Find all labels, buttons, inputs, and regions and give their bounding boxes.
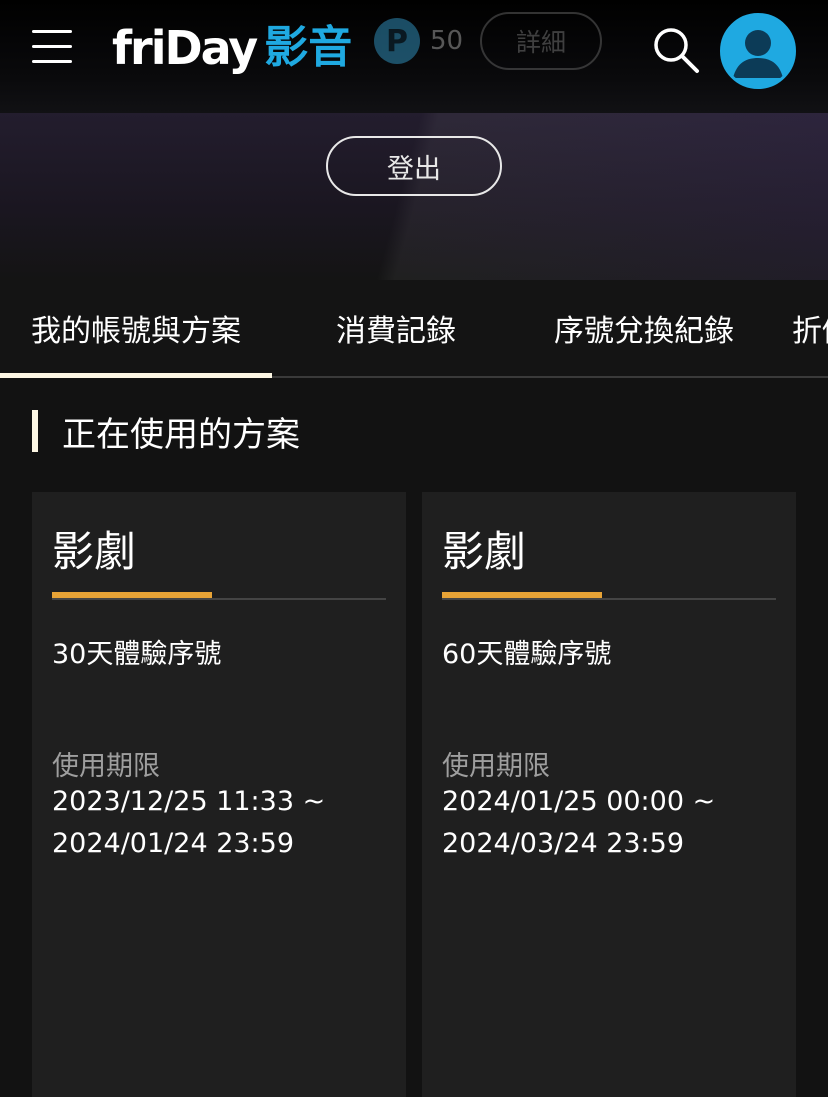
hamburger-menu-icon[interactable] xyxy=(30,28,74,68)
tab-purchase-history[interactable]: 消費記錄 xyxy=(300,280,492,376)
plan-period-end: 2024/03/24 23:59 xyxy=(442,828,685,859)
tab-coupon[interactable]: 折價 xyxy=(792,280,828,376)
points-coin-icon: P xyxy=(374,18,420,64)
account-tabs: 我的帳號與方案 消費記錄 序號兌換紀錄 折價 xyxy=(0,280,828,378)
plan-accent-bar xyxy=(442,592,602,598)
plan-divider xyxy=(52,598,386,600)
tab-account-plan[interactable]: 我的帳號與方案 xyxy=(0,280,272,378)
plan-period-label: 使用期限 xyxy=(442,751,550,782)
logo-wordmark: friDay xyxy=(112,21,258,75)
section-title-current-plans: 正在使用的方案 xyxy=(32,410,300,455)
user-avatar-icon[interactable] xyxy=(720,13,796,89)
plan-divider xyxy=(442,598,776,600)
plan-card: 影劇 30天體驗序號 使用期限 2023/12/25 11:33 ~ 2024/… xyxy=(32,492,406,1097)
plan-card: 影劇 60天體驗序號 使用期限 2024/01/25 00:00 ~ 2024/… xyxy=(422,492,796,1097)
plan-category: 影劇 xyxy=(442,527,527,576)
logout-button[interactable]: 登出 xyxy=(326,136,502,196)
plan-category: 影劇 xyxy=(52,527,137,576)
plan-accent-bar xyxy=(52,592,212,598)
plan-period-start: 2024/01/25 00:00 ~ xyxy=(442,786,716,817)
friday-logo[interactable]: friDay 影音 xyxy=(112,18,352,78)
top-header: P 50 詳細 friDay 影音 xyxy=(0,0,828,113)
plan-name: 30天體驗序號 xyxy=(52,639,222,670)
tab-redeem-history[interactable]: 序號兌換紀錄 xyxy=(530,280,758,376)
points-detail-button[interactable]: 詳細 xyxy=(480,12,602,70)
plan-period-start: 2023/12/25 11:33 ~ xyxy=(52,786,326,817)
plan-name: 60天體驗序號 xyxy=(442,639,612,670)
logo-chinese: 影音 xyxy=(264,22,353,73)
plan-period-end: 2024/01/24 23:59 xyxy=(52,828,295,859)
points-display: P 50 xyxy=(374,18,463,64)
search-icon[interactable] xyxy=(650,24,702,76)
points-count: 50 xyxy=(430,26,464,56)
page: P 50 詳細 friDay 影音 登出 我的帳號與方案 消費記錄 序號兌換紀錄 xyxy=(0,0,828,1097)
plan-period-label: 使用期限 xyxy=(52,751,160,782)
